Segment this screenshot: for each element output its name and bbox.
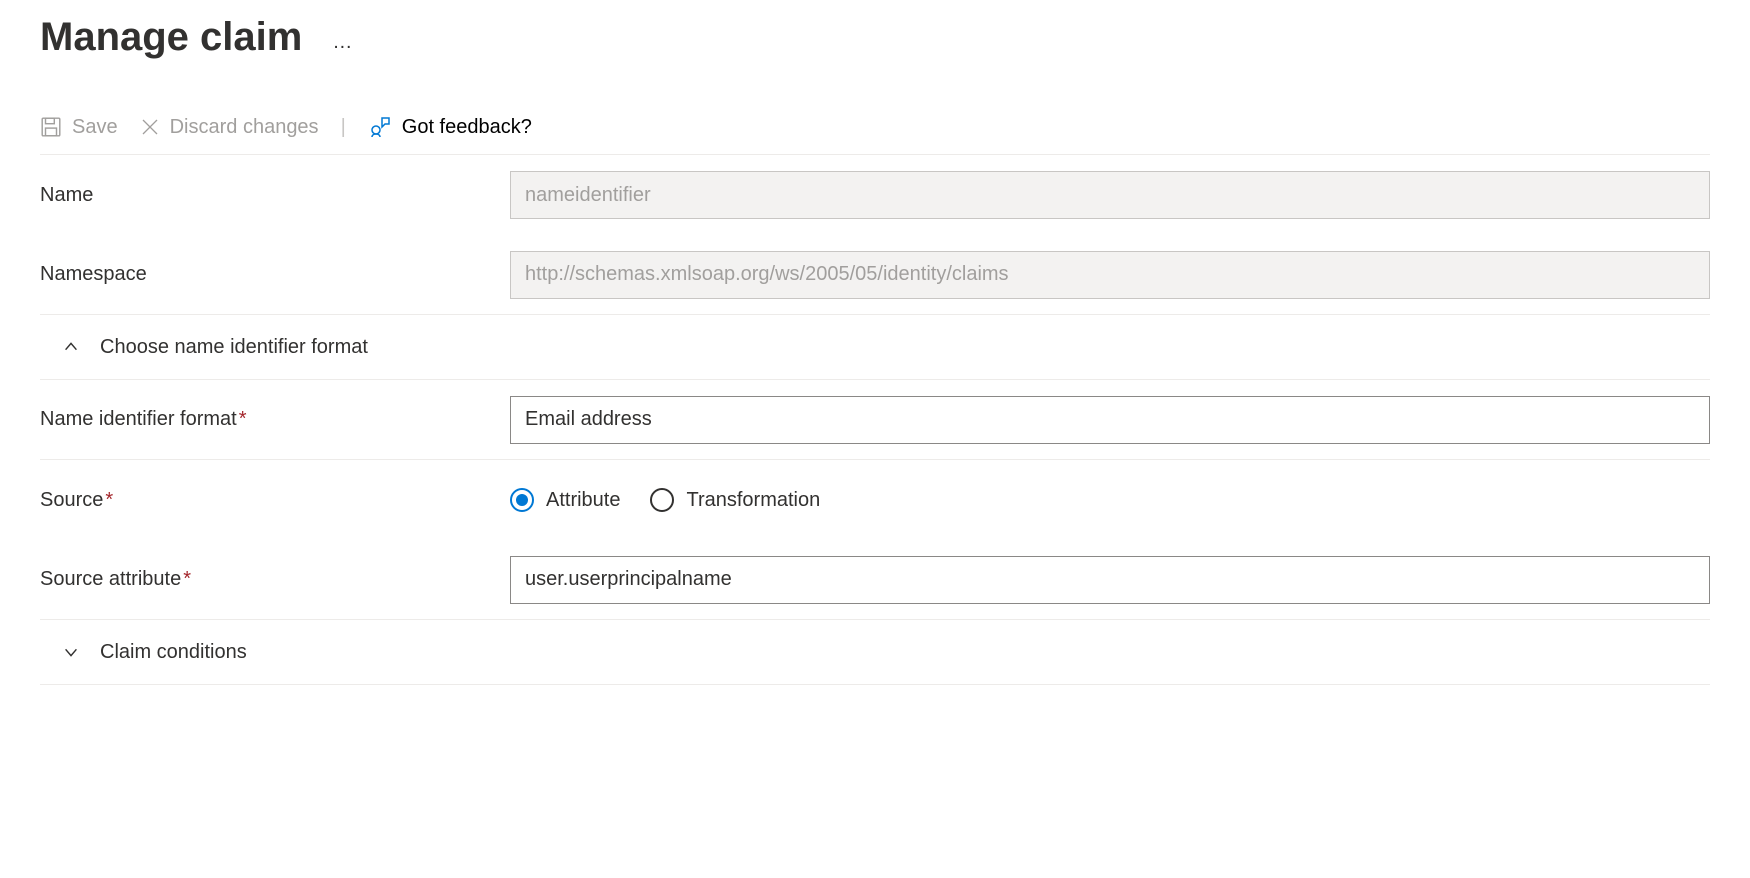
radio-transformation[interactable]: Transformation [650, 488, 820, 512]
radio-attribute-label: Attribute [546, 489, 620, 512]
section-choose-format[interactable]: Choose name identifier format [40, 315, 1710, 380]
save-button[interactable]: Save [40, 116, 118, 139]
save-label: Save [72, 116, 118, 139]
discard-button[interactable]: Discard changes [140, 116, 319, 139]
close-icon [140, 117, 160, 137]
namespace-label: Namespace [40, 263, 510, 286]
row-source: Source* Attribute Transformation [40, 460, 1710, 540]
name-label: Name [40, 184, 510, 207]
source-attr-value: user.userprincipalname [525, 568, 732, 591]
row-name: Name [40, 155, 1710, 235]
required-marker: * [183, 568, 191, 590]
required-marker: * [105, 489, 113, 511]
source-radio-group: Attribute Transformation [510, 488, 820, 512]
feedback-label: Got feedback? [402, 116, 532, 139]
radio-transformation-label: Transformation [686, 489, 820, 512]
name-input [510, 171, 1710, 219]
format-value: Email address [525, 408, 652, 431]
row-source-attribute: Source attribute* user.userprincipalname [40, 540, 1710, 620]
toolbar-separator: | [341, 116, 346, 139]
toolbar: Save Discard changes | Got feedback? [40, 115, 1710, 155]
claim-conditions-label: Claim conditions [100, 641, 247, 664]
required-marker: * [239, 408, 247, 430]
chevron-up-icon [62, 338, 80, 356]
section-claim-conditions[interactable]: Claim conditions [40, 620, 1710, 685]
source-attr-label: Source attribute* [40, 568, 510, 591]
format-label: Name identifier format* [40, 408, 510, 431]
discard-label: Discard changes [170, 116, 319, 139]
feedback-icon [368, 115, 392, 139]
source-attr-select[interactable]: user.userprincipalname [510, 556, 1710, 604]
more-icon[interactable]: … [332, 31, 354, 54]
page-title: Manage claim [40, 15, 302, 60]
feedback-button[interactable]: Got feedback? [368, 115, 532, 139]
namespace-input [510, 251, 1710, 299]
source-label: Source* [40, 489, 510, 512]
choose-format-label: Choose name identifier format [100, 336, 368, 359]
chevron-down-icon [62, 643, 80, 661]
row-namespace: Namespace [40, 235, 1710, 315]
save-icon [40, 116, 62, 138]
radio-attribute[interactable]: Attribute [510, 488, 620, 512]
row-format: Name identifier format* Email address [40, 380, 1710, 460]
format-select[interactable]: Email address [510, 396, 1710, 444]
